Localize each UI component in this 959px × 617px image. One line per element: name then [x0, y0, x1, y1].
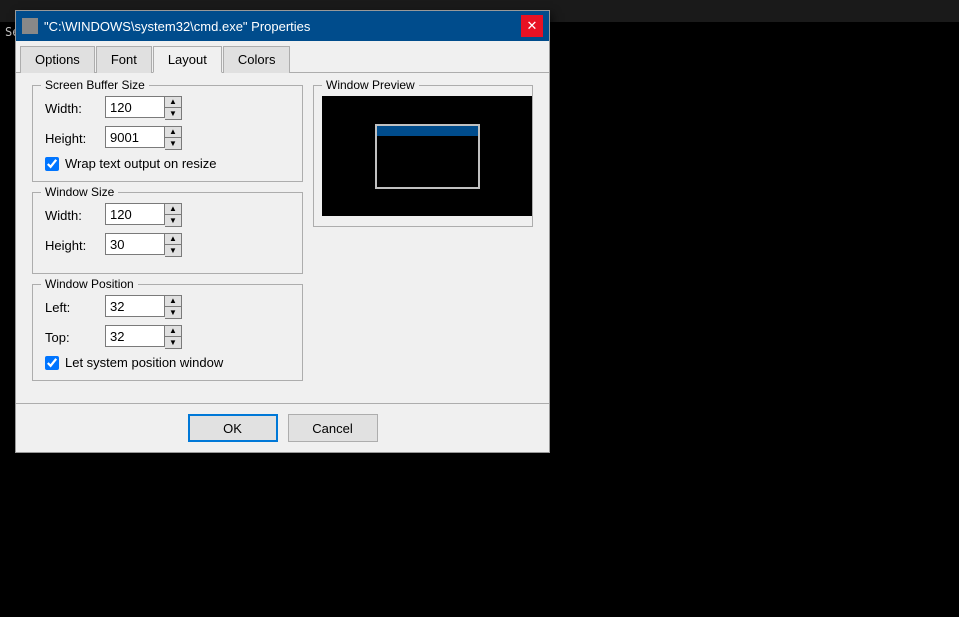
right-column: Window Preview — [313, 85, 533, 391]
buffer-width-label: Width: — [45, 101, 105, 116]
cancel-button[interactable]: Cancel — [288, 414, 378, 442]
tab-colors[interactable]: Colors — [223, 46, 291, 73]
system-position-label: Let system position window — [65, 355, 223, 370]
buffer-width-input[interactable] — [105, 96, 165, 118]
screen-buffer-section: Screen Buffer Size Width: ▲ ▼ Height: — [32, 85, 303, 182]
tab-layout[interactable]: Layout — [153, 46, 222, 73]
pos-top-input[interactable] — [105, 325, 165, 347]
window-preview-section: Window Preview — [313, 85, 533, 227]
pos-left-spinbox: ▲ ▼ — [105, 295, 182, 319]
win-height-input[interactable] — [105, 233, 165, 255]
ok-button[interactable]: OK — [188, 414, 278, 442]
buffer-height-spinbox: ▲ ▼ — [105, 126, 182, 150]
win-width-spinbox-btns: ▲ ▼ — [165, 203, 182, 227]
dialog-content: Screen Buffer Size Width: ▲ ▼ Height: — [16, 73, 549, 403]
win-width-up-btn[interactable]: ▲ — [165, 204, 181, 215]
wrap-text-row: Wrap text output on resize — [45, 156, 290, 171]
buffer-height-down-btn[interactable]: ▼ — [165, 138, 181, 149]
dialog-close-button[interactable]: ✕ — [521, 15, 543, 37]
dialog-titlebar: "C:\WINDOWS\system32\cmd.exe" Properties… — [16, 11, 549, 41]
pos-top-up-btn[interactable]: ▲ — [165, 326, 181, 337]
buffer-width-spinbox-btns: ▲ ▼ — [165, 96, 182, 120]
buffer-height-input[interactable] — [105, 126, 165, 148]
win-width-row: Width: ▲ ▼ — [45, 203, 290, 227]
win-width-label: Width: — [45, 208, 105, 223]
dialog-title-left: "C:\WINDOWS\system32\cmd.exe" Properties — [22, 18, 310, 34]
main-row: Screen Buffer Size Width: ▲ ▼ Height: — [32, 85, 533, 391]
win-height-label: Height: — [45, 238, 105, 253]
window-preview-canvas — [322, 96, 532, 216]
window-preview-legend: Window Preview — [322, 78, 419, 92]
win-width-spinbox: ▲ ▼ — [105, 203, 182, 227]
window-size-legend: Window Size — [41, 185, 118, 199]
window-position-section: Window Position Left: ▲ ▼ Top: — [32, 284, 303, 381]
window-size-section: Window Size Width: ▲ ▼ Height: — [32, 192, 303, 274]
preview-inner-titlebar — [377, 126, 478, 136]
buffer-height-label: Height: — [45, 131, 105, 146]
buffer-height-up-btn[interactable]: ▲ — [165, 127, 181, 138]
wrap-text-label: Wrap text output on resize — [65, 156, 217, 171]
dialog-title-text: "C:\WINDOWS\system32\cmd.exe" Properties — [44, 19, 310, 34]
win-height-row: Height: ▲ ▼ — [45, 233, 290, 257]
pos-left-down-btn[interactable]: ▼ — [165, 307, 181, 318]
buffer-width-spinbox: ▲ ▼ — [105, 96, 182, 120]
buffer-width-row: Width: ▲ ▼ — [45, 96, 290, 120]
preview-inner-window — [375, 124, 480, 189]
pos-left-input[interactable] — [105, 295, 165, 317]
buffer-width-up-btn[interactable]: ▲ — [165, 97, 181, 108]
pos-left-spinbox-btns: ▲ ▼ — [165, 295, 182, 319]
tab-font[interactable]: Font — [96, 46, 152, 73]
dialog-footer: OK Cancel — [16, 403, 549, 452]
pos-top-spinbox-btns: ▲ ▼ — [165, 325, 182, 349]
win-width-input[interactable] — [105, 203, 165, 225]
pos-top-spinbox: ▲ ▼ — [105, 325, 182, 349]
pos-left-row: Left: ▲ ▼ — [45, 295, 290, 319]
wrap-text-checkbox[interactable] — [45, 157, 59, 171]
buffer-height-spinbox-btns: ▲ ▼ — [165, 126, 182, 150]
win-height-down-btn[interactable]: ▼ — [165, 245, 181, 256]
cmd-icon — [22, 18, 38, 34]
win-width-down-btn[interactable]: ▼ — [165, 215, 181, 226]
win-height-up-btn[interactable]: ▲ — [165, 234, 181, 245]
left-column: Screen Buffer Size Width: ▲ ▼ Height: — [32, 85, 303, 391]
buffer-height-row: Height: ▲ ▼ — [45, 126, 290, 150]
buffer-width-down-btn[interactable]: ▼ — [165, 108, 181, 119]
system-position-checkbox[interactable] — [45, 356, 59, 370]
screen-buffer-legend: Screen Buffer Size — [41, 78, 149, 92]
pos-top-row: Top: ▲ ▼ — [45, 325, 290, 349]
pos-left-up-btn[interactable]: ▲ — [165, 296, 181, 307]
win-height-spinbox-btns: ▲ ▼ — [165, 233, 182, 257]
system-pos-row: Let system position window — [45, 355, 290, 370]
pos-left-label: Left: — [45, 300, 105, 315]
window-position-legend: Window Position — [41, 277, 138, 291]
properties-dialog: "C:\WINDOWS\system32\cmd.exe" Properties… — [15, 10, 550, 453]
tab-options[interactable]: Options — [20, 46, 95, 73]
pos-top-down-btn[interactable]: ▼ — [165, 337, 181, 348]
dialog-tabs: Options Font Layout Colors — [16, 41, 549, 73]
pos-top-label: Top: — [45, 330, 105, 345]
win-height-spinbox: ▲ ▼ — [105, 233, 182, 257]
